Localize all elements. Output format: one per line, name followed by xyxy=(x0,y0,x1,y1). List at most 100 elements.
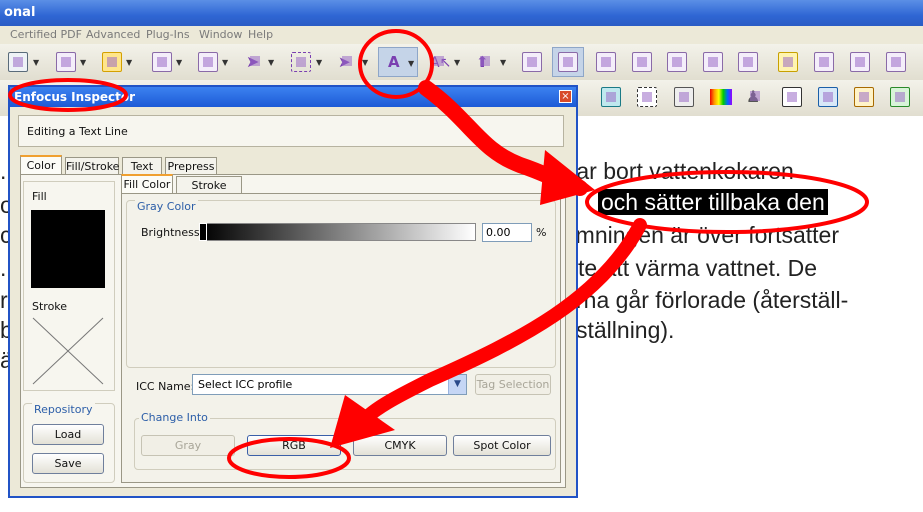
brightness-slider[interactable] xyxy=(199,223,476,241)
change-into-group: Change Into Gray RGB CMYK Spot Color xyxy=(134,411,556,470)
window-title: onal xyxy=(4,5,36,20)
checklist-icon[interactable] xyxy=(522,52,542,72)
doc-line-1: tar bort vattenkokaren xyxy=(570,158,794,184)
change-into-title: Change Into xyxy=(139,411,210,424)
doc-left-fragment: . xyxy=(0,158,7,184)
menu-advanced[interactable]: Advanced xyxy=(86,28,140,41)
text-edit-tool-button[interactable]: A ▼ xyxy=(378,47,418,77)
image-icon[interactable] xyxy=(667,52,687,72)
edit-pencil-icon[interactable] xyxy=(854,87,874,107)
fill-label: Fill xyxy=(32,190,47,203)
comment-cloud-icon[interactable] xyxy=(102,52,122,72)
repository-title: Repository xyxy=(32,403,95,416)
select-arrow-icon[interactable]: ➤ xyxy=(246,52,266,72)
chevron-down-icon[interactable]: ▼ xyxy=(408,59,414,68)
chevron-down-icon[interactable]: ▼ xyxy=(500,58,506,67)
page-copy-icon[interactable] xyxy=(198,52,218,72)
chevron-down-icon[interactable]: ▼ xyxy=(268,58,274,67)
main-toolbar: ▼ ▼ ▼ ▼ ▼ ➤ ▼ ▼ ➤ ▼ A ▼ A↖ ▼ ⬆ ▼ xyxy=(0,44,923,81)
zoom-icon xyxy=(558,52,578,72)
gray-color-title: Gray Color xyxy=(135,200,198,213)
print-check-icon[interactable] xyxy=(674,87,694,107)
layers-icon[interactable] xyxy=(818,87,838,107)
stroke-swatch-none[interactable] xyxy=(31,316,105,386)
pin-icon[interactable]: ⬆ xyxy=(476,52,496,72)
insert-page-icon[interactable] xyxy=(886,52,906,72)
frame-icon[interactable] xyxy=(637,87,657,107)
tab-stroke-color[interactable]: Stroke Color xyxy=(176,176,242,209)
rgb-button[interactable]: RGB xyxy=(247,435,341,456)
brightness-slider-handle[interactable] xyxy=(199,223,207,241)
brightness-input[interactable]: 0.00 xyxy=(482,223,532,242)
move-text-icon[interactable]: A↖ xyxy=(430,52,451,72)
selected-text[interactable]: och sätter tillbaka den xyxy=(598,189,828,215)
chevron-down-icon[interactable]: ▼ xyxy=(33,58,39,67)
fill-swatch[interactable] xyxy=(31,210,105,288)
stamp-icon[interactable] xyxy=(596,52,616,72)
editing-status: Editing a Text Line xyxy=(18,115,564,147)
doc-left-fragment: . xyxy=(0,255,7,281)
doc-line-3: rmningen är över fortsätter xyxy=(568,222,840,248)
chevron-down-icon[interactable]: ▼ xyxy=(126,58,132,67)
duplicate-icon[interactable] xyxy=(601,87,621,107)
doc-line-2-selected[interactable]: och sätter tillbaka den xyxy=(598,189,828,216)
text-edit-icon: A xyxy=(388,53,400,71)
window-title-bar: onal xyxy=(0,0,923,26)
doc-line-5: rna går förlorade (återställ- xyxy=(576,287,849,313)
tab-color[interactable]: Color xyxy=(20,155,62,174)
menu-certified-pdf[interactable]: Certified PDF xyxy=(10,28,82,41)
pen-tool-icon[interactable] xyxy=(8,52,28,72)
color-bars-icon[interactable] xyxy=(710,89,732,105)
chevron-down-icon[interactable]: ▼ xyxy=(448,375,466,394)
fill-color-panel: Gray Color Brightness 0.00 % ICC Name: S… xyxy=(121,193,561,483)
tab-prepress[interactable]: Prepress xyxy=(165,157,217,174)
chevron-down-icon[interactable]: ▼ xyxy=(362,58,368,67)
gray-color-group: Gray Color Brightness 0.00 % xyxy=(126,200,556,368)
registration-icon[interactable] xyxy=(782,87,802,107)
icc-name-label: ICC Name: xyxy=(136,380,195,393)
dialog-title-bar[interactable]: Enfocus Inspector xyxy=(10,87,576,107)
menu-help[interactable]: Help xyxy=(248,28,273,41)
page-icon[interactable] xyxy=(152,52,172,72)
dialog-title: Enfocus Inspector xyxy=(14,90,136,104)
chevron-down-icon[interactable]: ▼ xyxy=(176,58,182,67)
cmyk-button[interactable]: CMYK xyxy=(353,435,447,456)
load-button[interactable]: Load xyxy=(32,424,104,445)
menu-bar: Certified PDF Advanced Plug-Ins Window H… xyxy=(0,26,923,44)
icc-profile-value: Select ICC profile xyxy=(198,378,293,391)
tag-selection-button[interactable]: Tag Selection xyxy=(475,374,551,395)
tab-text[interactable]: Text xyxy=(122,157,162,174)
form-field-icon[interactable] xyxy=(56,52,76,72)
ink-drop-icon[interactable]: ♟ xyxy=(746,87,766,107)
repository-group: Repository Load Save xyxy=(23,403,115,483)
export-icon[interactable] xyxy=(703,52,723,72)
checkbox-icon[interactable] xyxy=(632,52,652,72)
gray-button[interactable]: Gray xyxy=(141,435,235,456)
chevron-down-icon[interactable]: ▼ xyxy=(316,58,322,67)
fill-stroke-preview: Fill Stroke xyxy=(23,181,115,391)
stroke-label: Stroke xyxy=(32,300,68,313)
download-icon[interactable] xyxy=(890,87,910,107)
delete-page-icon[interactable] xyxy=(850,52,870,72)
percent-unit: % xyxy=(536,226,547,239)
doc-line-4: te att värma vattnet. De xyxy=(578,255,818,281)
icc-profile-select[interactable]: Select ICC profile ▼ xyxy=(192,374,467,395)
rectangle-select-icon[interactable] xyxy=(291,52,311,72)
add-page-icon[interactable] xyxy=(814,52,834,72)
enfocus-inspector-dialog: Enfocus Inspector × Editing a Text Line … xyxy=(8,85,578,498)
chevron-down-icon[interactable]: ▼ xyxy=(222,58,228,67)
menu-plug-ins[interactable]: Plug-Ins xyxy=(146,28,190,41)
save-button[interactable]: Save xyxy=(32,453,104,474)
spot-color-button[interactable]: Spot Color xyxy=(453,435,551,456)
zoom-tool-button[interactable] xyxy=(552,47,584,77)
page-num-icon[interactable] xyxy=(738,52,758,72)
tab-fill-color[interactable]: Fill Color xyxy=(121,174,173,193)
chevron-down-icon[interactable]: ▼ xyxy=(454,58,460,67)
chevron-down-icon[interactable]: ▼ xyxy=(80,58,86,67)
note-icon[interactable] xyxy=(778,52,798,72)
close-icon[interactable]: × xyxy=(559,90,572,103)
object-move-icon[interactable]: ➤ xyxy=(338,52,358,72)
color-tab-panel: Fill Stroke Repository Load Save Fill Co… xyxy=(20,174,566,488)
tab-fill-stroke[interactable]: Fill/Stroke xyxy=(65,157,119,174)
menu-window[interactable]: Window xyxy=(199,28,242,41)
